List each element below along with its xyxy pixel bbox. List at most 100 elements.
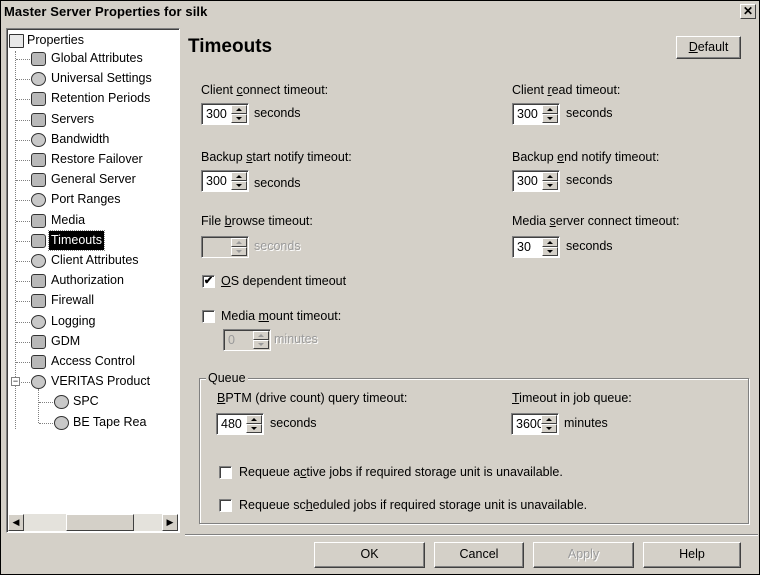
backup-end-spinner[interactable]: 300 — [512, 170, 560, 192]
tree-item-label: Media — [51, 212, 86, 227]
file-browse-label: File browse timeout: — [201, 214, 313, 228]
tree-subitem-spc[interactable]: SPC — [73, 392, 99, 412]
tree-subitem-be-tape-rea[interactable]: BE Tape Rea — [73, 413, 146, 433]
tree-item-label: Timeouts — [48, 229, 105, 251]
backup-end-unit: seconds — [566, 173, 613, 187]
tree-item-label: General Server — [51, 172, 136, 187]
spin-up-button[interactable] — [542, 105, 558, 114]
spin-up-button[interactable] — [542, 238, 558, 247]
backup-start-label: Backup start notify timeout: — [201, 150, 352, 164]
tree-item-properties[interactable]: Properties — [27, 31, 84, 51]
spin-down-button[interactable] — [231, 114, 247, 123]
queue-group-title: Queue — [206, 371, 248, 385]
client-connect-label: Client connect timeout: — [201, 83, 329, 97]
spin-down-button[interactable] — [541, 424, 557, 433]
default-button-rest: efault — [697, 40, 729, 54]
requeue-scheduled-label: Requeue scheduled jobs if required stora… — [239, 498, 588, 512]
file-browse-spinner — [201, 236, 249, 258]
bptm-spinner[interactable]: 480 — [216, 413, 264, 435]
tree-line — [16, 261, 30, 262]
tree-line — [16, 200, 30, 202]
tree-item-label: Port Ranges — [51, 192, 121, 207]
server-icon — [31, 173, 46, 188]
media-server-value[interactable]: 30 — [517, 240, 531, 254]
tree-line — [16, 362, 30, 363]
client-connect-unit: seconds — [254, 106, 301, 120]
backup-start-unit: seconds — [254, 176, 301, 190]
tree-item-label: Restore Failover — [51, 152, 143, 166]
scroll-thumb[interactable] — [66, 514, 134, 531]
tree-item-label: Access Control — [51, 354, 136, 368]
file-browse-unit: seconds — [254, 239, 301, 253]
spin-up-button[interactable] — [231, 172, 247, 181]
job-queue-spinner[interactable]: 36000 — [511, 413, 559, 435]
default-button[interactable]: Default — [676, 36, 741, 59]
spin-up-button[interactable] — [231, 105, 247, 114]
scroll-left-button[interactable]: ◀ — [8, 514, 24, 531]
tree-line — [16, 301, 30, 303]
port-icon — [31, 193, 46, 208]
spin-up-button[interactable] — [246, 415, 262, 424]
scroll-right-button[interactable]: ▶ — [162, 514, 178, 531]
properties-dialog: Master Server Properties for silk ✕ Prop… — [0, 0, 760, 575]
spin-up-button[interactable] — [541, 415, 557, 424]
tree-item-label: Bandwidth — [51, 131, 110, 146]
spin-down-button[interactable] — [231, 181, 247, 190]
ok-button[interactable]: OK — [314, 542, 425, 568]
client-connect-spinner[interactable]: 300 — [201, 103, 249, 125]
client-read-value[interactable]: 300 — [517, 107, 538, 121]
spin-down-button[interactable] — [246, 424, 262, 433]
backup-start-value[interactable]: 300 — [206, 174, 227, 188]
tree-item-label: Servers — [51, 111, 95, 126]
tape-icon — [54, 415, 69, 430]
help-button[interactable]: Help — [643, 542, 741, 568]
tree-line — [16, 321, 30, 323]
default-button-key: D — [688, 40, 698, 54]
tree-item-label: Authorization — [51, 273, 124, 288]
backup-start-spinner[interactable]: 300 — [201, 170, 249, 192]
bptm-label: BPTM (drive count) query timeout: — [217, 391, 408, 405]
tree-line — [38, 389, 39, 424]
tree-line — [16, 79, 30, 81]
firewall-icon — [31, 294, 46, 309]
media-mount-spinner: 0 — [223, 329, 271, 351]
spin-down-button[interactable] — [542, 114, 558, 123]
job-queue-unit: minutes — [564, 416, 608, 430]
collapse-toggle[interactable]: − — [11, 377, 20, 387]
tree-item-label: VERITAS Product — [51, 374, 151, 389]
tree-item-label: GDM — [51, 333, 81, 348]
media-mount-value: 0 — [228, 333, 235, 347]
media-mount-checkbox[interactable] — [202, 310, 215, 323]
tree-item-label: Retention Periods — [51, 91, 151, 106]
page-title: Timeouts — [188, 36, 273, 57]
tree-line — [16, 99, 30, 101]
tree-horizontal-scrollbar[interactable]: ◀ ▶ — [8, 514, 178, 531]
backup-end-value[interactable]: 300 — [517, 174, 538, 188]
os-dependent-checkbox[interactable]: ✔ — [202, 275, 215, 288]
requeue-active-checkbox[interactable] — [219, 466, 232, 479]
tree-line — [16, 281, 30, 283]
close-button[interactable]: ✕ — [740, 4, 756, 19]
media-icon — [31, 213, 46, 228]
backup-end-label: Backup end notify timeout: — [512, 150, 660, 164]
spin-down-button[interactable] — [542, 181, 558, 190]
clock-icon — [31, 92, 46, 107]
media-server-label: Media server connect timeout: — [512, 214, 680, 228]
tree-line — [16, 341, 30, 343]
tree-item-label: Universal Settings — [51, 71, 152, 86]
spin-down-button[interactable] — [542, 247, 558, 256]
bptm-value[interactable]: 480 — [221, 417, 242, 431]
requeue-scheduled-checkbox[interactable] — [219, 499, 232, 512]
network-icon — [31, 72, 46, 87]
tree-line — [16, 240, 30, 242]
media-server-spinner[interactable]: 30 — [512, 236, 560, 258]
server-icon — [31, 112, 46, 127]
properties-icon — [9, 34, 24, 48]
client-read-spinner[interactable]: 300 — [512, 103, 560, 125]
spin-up-button[interactable] — [542, 172, 558, 181]
cancel-button[interactable]: Cancel — [434, 542, 524, 568]
tree-line — [16, 139, 30, 141]
properties-tree[interactable]: Properties Global Attributes Universal Set… — [6, 28, 180, 533]
client-connect-value[interactable]: 300 — [206, 107, 227, 121]
os-dependent-label: OS dependent timeout — [221, 274, 347, 288]
